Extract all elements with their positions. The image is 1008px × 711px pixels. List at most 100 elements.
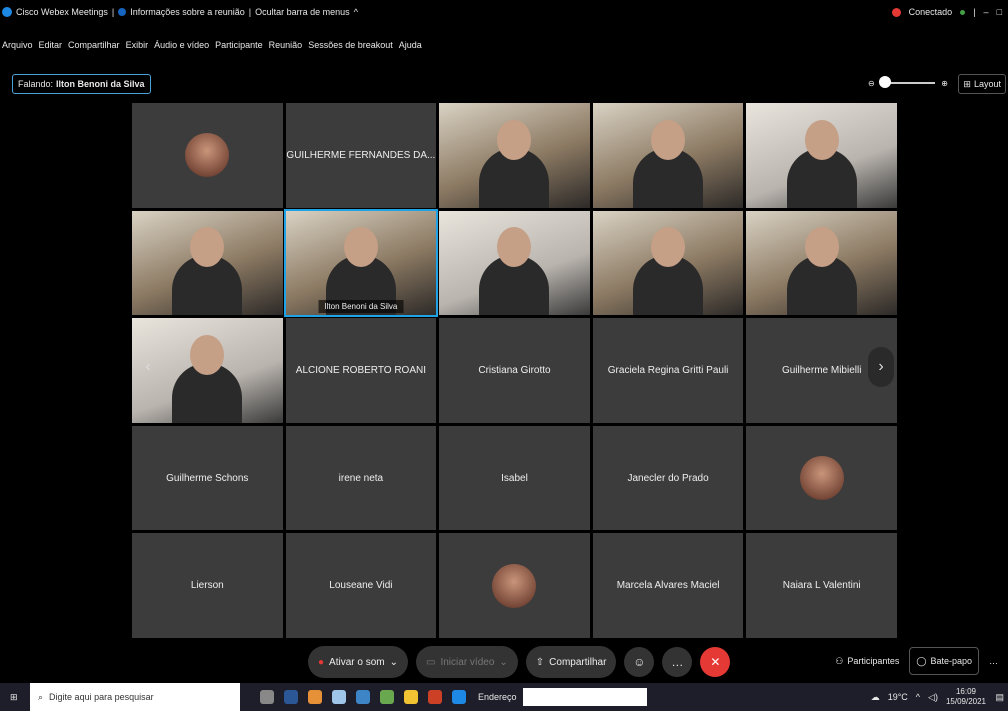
participant-name: Janecler do Prado	[627, 472, 709, 484]
recording-indicator-icon	[891, 7, 901, 17]
participant-name: Cristiana Girotto	[478, 364, 551, 376]
menu-item-ajuda[interactable]: Ajuda	[399, 40, 422, 56]
avatar	[799, 456, 844, 501]
taskbar-search[interactable]: ⌕ Digite aqui para pesquisar	[30, 683, 240, 711]
volume-icon[interactable]: ◁)	[928, 692, 938, 703]
participant-tile[interactable]	[132, 103, 283, 208]
minimize-button[interactable]: –	[984, 7, 989, 17]
more-panels-button[interactable]: …	[983, 648, 1004, 674]
title-bar: Cisco Webex Meetings | Informações sobre…	[0, 0, 1008, 24]
participant-name-tag: Ilton Benoni da Silva	[318, 300, 404, 314]
participant-tile[interactable]	[746, 425, 897, 531]
reactions-button[interactable]: ☺	[624, 647, 655, 677]
menu-item-audio-video[interactable]: Áudio e vídeo	[154, 40, 209, 56]
participant-tile[interactable]: Cristiana Girotto	[439, 318, 590, 423]
participant-tile[interactable]: Janecler do Prado	[592, 425, 744, 531]
share-button[interactable]: ⇧ Compartilhar	[525, 646, 617, 678]
participant-tile[interactable]	[439, 533, 590, 638]
chrome-profile-icon[interactable]	[428, 690, 442, 704]
info-icon	[118, 8, 127, 16]
menu-item-participante[interactable]: Participante	[215, 40, 263, 56]
participant-tile[interactable]: Lierson	[132, 533, 283, 638]
person-icon: ⚇	[835, 655, 844, 666]
zoom-in-icon[interactable]: ⊕	[941, 79, 948, 88]
participant-video	[497, 119, 532, 160]
zoom-slider[interactable]: ⊖ ⊕	[868, 75, 948, 91]
date: 15/09/2021	[945, 697, 986, 706]
smiley-icon: ☺	[633, 655, 646, 669]
weather-icon[interactable]: ☁	[871, 692, 880, 703]
menu-item-exibir[interactable]: Exibir	[126, 40, 149, 56]
chevron-down-icon[interactable]: ⌄	[390, 657, 398, 668]
close-icon: ✕	[710, 655, 721, 669]
participant-tile[interactable]	[592, 210, 744, 316]
participant-video	[190, 227, 225, 268]
menu-item-editar[interactable]: Editar	[39, 40, 63, 56]
address-input[interactable]	[522, 688, 647, 706]
chat-button[interactable]: ◯ Bate-papo	[909, 647, 979, 675]
zoom-out-icon[interactable]: ⊖	[868, 79, 875, 88]
chrome-icon[interactable]	[308, 690, 322, 704]
participant-tile[interactable]	[439, 103, 590, 208]
webex-taskbar-icon[interactable]	[452, 690, 466, 704]
hide-menu-link[interactable]: Ocultar barra de menus	[255, 7, 350, 17]
menu-item-reuniao[interactable]: Reunião	[269, 40, 303, 56]
participant-tile[interactable]	[592, 103, 744, 208]
maximize-button[interactable]: □	[997, 7, 1002, 17]
leave-meeting-button[interactable]: ✕	[700, 647, 731, 677]
participant-name: Lierson	[190, 580, 224, 592]
participant-name: irene neta	[338, 472, 384, 484]
sticky-notes-icon[interactable]	[404, 690, 418, 704]
unmute-label: Ativar o som	[329, 656, 385, 668]
word-icon[interactable]	[284, 690, 298, 704]
participant-tile[interactable]	[746, 210, 897, 316]
connection-status: Conectado	[908, 7, 953, 17]
clock[interactable]: 16:09 15/09/2021	[946, 687, 986, 707]
participant-tile[interactable]: irene neta	[285, 425, 437, 531]
participant-tile[interactable]	[439, 210, 590, 316]
menu-item-arquivo[interactable]: Arquivo	[2, 40, 33, 56]
windows-start-icon[interactable]: ⊞	[10, 692, 18, 703]
participant-tile[interactable]: GUILHERME FERNANDES DA...	[285, 103, 437, 208]
participant-tile[interactable]: Graciela Regina Gritti Pauli	[592, 318, 744, 423]
participants-button[interactable]: ⚇ Participantes	[829, 648, 905, 674]
chevron-up-icon[interactable]: ^	[354, 7, 358, 17]
zoom-knob[interactable]	[878, 76, 891, 88]
chevron-up-icon[interactable]: ^	[916, 692, 920, 702]
participant-tile[interactable]: ALCIONE ROBERTO ROANI	[285, 318, 437, 423]
participant-name: ALCIONE ROBERTO ROANI	[295, 364, 426, 376]
start-video-button[interactable]: ▭ Iniciar vídeo ⌄	[416, 646, 518, 678]
speaker-prefix: Falando:	[18, 79, 54, 89]
microphone-muted-icon: ●	[318, 656, 325, 668]
unmute-button[interactable]: ● Ativar o som ⌄	[308, 646, 409, 678]
task-view-icon[interactable]	[260, 690, 274, 704]
participant-name: Guilherme Schons	[166, 472, 249, 484]
chevron-down-icon[interactable]: ⌄	[499, 657, 507, 668]
participant-tile[interactable]	[132, 210, 283, 316]
more-options-button[interactable]: …	[662, 647, 693, 677]
speaker-name: Ilton Benoni da Silva	[56, 79, 145, 89]
previous-page-arrow-icon[interactable]: ‹	[135, 347, 161, 387]
participant-tile[interactable]: Ilton Benoni da Silva	[283, 208, 439, 318]
participant-tile[interactable]: Louseane Vidi	[285, 533, 437, 638]
status-dot-icon	[960, 9, 966, 15]
participant-tile[interactable]	[746, 103, 897, 208]
chat-label: Bate-papo	[930, 656, 972, 666]
participant-tile[interactable]: Isabel	[439, 425, 590, 531]
participant-tile[interactable]: Marcela Alvares Maciel	[592, 533, 744, 638]
menu-item-breakout[interactable]: Sessões de breakout	[308, 40, 393, 56]
meeting-info-link[interactable]: Informações sobre a reunião	[130, 7, 245, 17]
notifications-icon[interactable]: ▤	[995, 692, 1004, 703]
avatar	[185, 133, 230, 178]
zoom-track[interactable]	[878, 76, 936, 88]
app-icon[interactable]	[380, 690, 394, 704]
layout-button[interactable]: ⊞ Layout	[958, 74, 1006, 94]
participant-tile[interactable]: Naiara L Valentini	[746, 533, 897, 638]
menu-item-compartilhar[interactable]: Compartilhar	[68, 40, 120, 56]
meeting-controls: ● Ativar o som ⌄ ▭ Iniciar vídeo ⌄ ⇧ Com…	[308, 646, 731, 678]
paint-icon[interactable]	[332, 690, 346, 704]
explorer-icon[interactable]	[356, 690, 370, 704]
participant-video	[651, 119, 686, 160]
next-page-arrow-icon[interactable]: ›	[868, 347, 894, 387]
participant-tile[interactable]: Guilherme Schons	[132, 425, 283, 531]
